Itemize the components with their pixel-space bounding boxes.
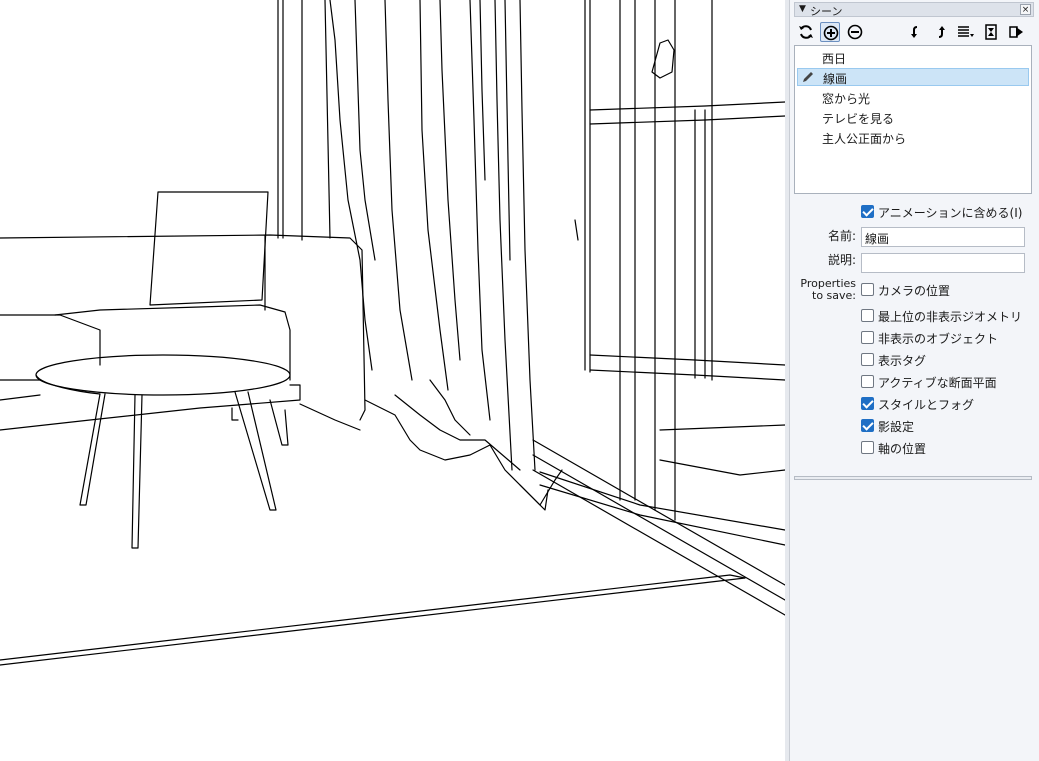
remove-scene-icon	[847, 24, 863, 40]
move-up-button[interactable]	[930, 22, 950, 42]
move-down-icon	[911, 26, 918, 38]
lineart-scene	[0, 0, 786, 666]
checkbox-label: 軸の位置	[878, 442, 927, 456]
checkbox-label: 最上位の非表示ジオメトリ	[878, 310, 1023, 324]
scene-item-label: 主人公正面から	[822, 132, 907, 146]
3d-viewport[interactable]	[0, 0, 789, 761]
checkbox-box[interactable]	[861, 205, 874, 218]
flyout-icon	[1009, 26, 1023, 38]
checkbox-box[interactable]	[861, 331, 874, 344]
scene-item[interactable]: 主人公正面から	[797, 128, 1029, 146]
pencil-icon	[802, 71, 814, 86]
checkbox-box[interactable]	[861, 397, 874, 410]
refresh-button[interactable]	[796, 22, 816, 42]
flyout-button[interactable]	[1006, 22, 1026, 42]
checkbox-label: カメラの位置	[878, 284, 951, 298]
description-label: 説明:	[827, 253, 856, 267]
name-field[interactable]: 線画	[861, 227, 1025, 247]
checkbox-box[interactable]	[861, 375, 874, 388]
scene-item-label: 西日	[822, 52, 847, 66]
checkbox-box[interactable]	[861, 283, 874, 296]
scene-item[interactable]: 窓から光	[797, 88, 1029, 106]
scene-item[interactable]: テレビを見る	[797, 108, 1029, 126]
checkbox-label: 表示タグ	[878, 354, 927, 368]
refresh-icon	[799, 25, 813, 39]
scene-item-label: 線画	[823, 72, 848, 86]
checkbox-box[interactable]	[861, 419, 874, 432]
checkbox-label: 非表示のオブジェクト	[878, 332, 999, 346]
description-field[interactable]	[861, 253, 1025, 273]
details-button[interactable]	[981, 22, 1001, 42]
scene-item[interactable]: 西日	[797, 48, 1029, 66]
scene-item-selected[interactable]: 線画	[797, 68, 1029, 86]
checkbox-box[interactable]	[861, 441, 874, 454]
panel-titlebar[interactable]: ▼ シーン ×	[794, 2, 1034, 18]
remove-scene-button[interactable]	[845, 22, 865, 42]
checkbox-box[interactable]	[861, 353, 874, 366]
view-options-icon	[958, 26, 974, 37]
collapse-triangle-icon[interactable]: ▼	[799, 4, 806, 14]
add-scene-button[interactable]	[820, 22, 840, 42]
scene-item-label: テレビを見る	[822, 112, 895, 126]
view-options-button[interactable]	[955, 22, 975, 42]
close-icon[interactable]: ×	[1020, 4, 1031, 15]
name-label: 名前:	[827, 229, 856, 243]
properties-to-save-label: Properties to save:	[794, 278, 856, 302]
panel-divider[interactable]	[794, 476, 1032, 480]
checkbox-label: アクティブな断面平面	[878, 376, 997, 390]
move-down-button[interactable]	[906, 22, 926, 42]
add-scene-icon	[823, 25, 839, 41]
properties-label-line2: to save:	[812, 289, 856, 302]
details-icon	[985, 24, 997, 40]
scene-list[interactable]: 西日 線画 窓から光 テレビを見る 主人公正面から	[794, 45, 1032, 194]
checkbox-label: アニメーションに含める(I)	[878, 206, 1023, 220]
checkbox-box[interactable]	[861, 309, 874, 322]
checkbox-label: 影設定	[878, 420, 915, 434]
scenes-panel: ▼ シーン × 西日 線画 窓から光 テレビを見る 主人公正面から アニメーショ…	[789, 0, 1039, 761]
scene-item-label: 窓から光	[822, 92, 871, 106]
checkbox-label: スタイルとフォグ	[878, 398, 975, 412]
move-up-icon	[938, 26, 945, 38]
panel-title: シーン	[810, 5, 843, 18]
